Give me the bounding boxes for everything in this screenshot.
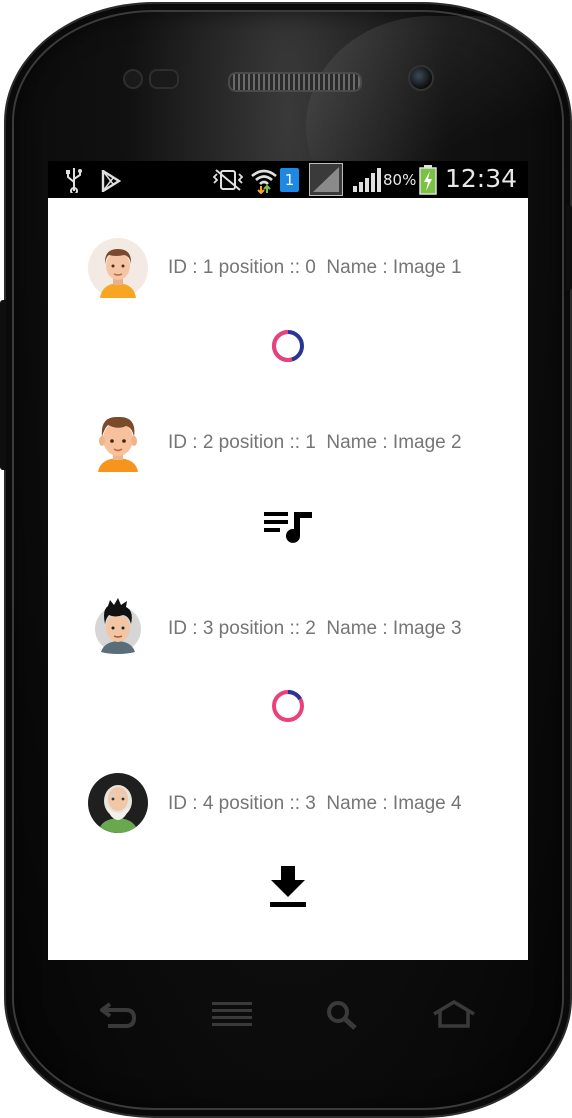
item-text: ID : 3 position :: 2 Name : Image 3: [168, 618, 462, 639]
avatar-young-man-icon: [88, 238, 148, 298]
home-icon[interactable]: [432, 1000, 476, 1028]
usb-icon: [66, 168, 82, 193]
status-clock: 12:34: [445, 164, 518, 193]
avatar-spiky-hair-man-icon: [95, 598, 141, 654]
light-sensor: [149, 69, 179, 89]
avatar-old-man-icon: [88, 773, 148, 833]
item-text: ID : 2 position :: 1 Name : Image 2: [168, 432, 462, 453]
data-icon: [309, 163, 343, 196]
vibrate-mute-icon: [212, 169, 244, 191]
play-store-icon: [101, 170, 122, 192]
avatar-boy-icon: [98, 416, 138, 472]
item-text: ID : 4 position :: 3 Name : Image 4: [168, 793, 462, 814]
volume-button[interactable]: [0, 300, 6, 470]
battery-percent: 80%: [383, 171, 417, 189]
queue-music-icon: [264, 512, 312, 543]
menu-icon[interactable]: [212, 1000, 252, 1028]
sim-1-icon: 1: [280, 168, 299, 192]
front-camera: [408, 65, 434, 91]
back-icon[interactable]: [100, 998, 138, 1030]
list-item[interactable]: ID : 4 position :: 3 Name : Image 4: [48, 773, 528, 907]
status-bar: 1 80% 12:34: [48, 161, 528, 198]
battery-icon: [419, 165, 437, 195]
list-item[interactable]: ID : 3 position :: 2 Name : Image 3: [48, 598, 528, 722]
loading-spinner-icon: [272, 690, 304, 722]
download-icon: [270, 866, 306, 907]
wifi-icon: [251, 169, 277, 194]
screen: 1 80% 12:34 ID: 1 position:: 0 Name: …: [48, 161, 528, 960]
earpiece-speaker: [228, 72, 362, 92]
proximity-sensor: [123, 69, 143, 89]
loading-spinner-icon: [272, 330, 304, 362]
signal-icon: [353, 168, 381, 192]
search-icon[interactable]: [326, 1000, 358, 1030]
list-item[interactable]: ID : 1 position :: 0 Name : Image 1: [48, 238, 528, 362]
power-button[interactable]: [566, 205, 572, 290]
list-item[interactable]: ID : 2 position :: 1 Name : Image 2: [48, 412, 528, 543]
item-text: ID : 1 position :: 0 Name : Image 1: [168, 257, 462, 278]
